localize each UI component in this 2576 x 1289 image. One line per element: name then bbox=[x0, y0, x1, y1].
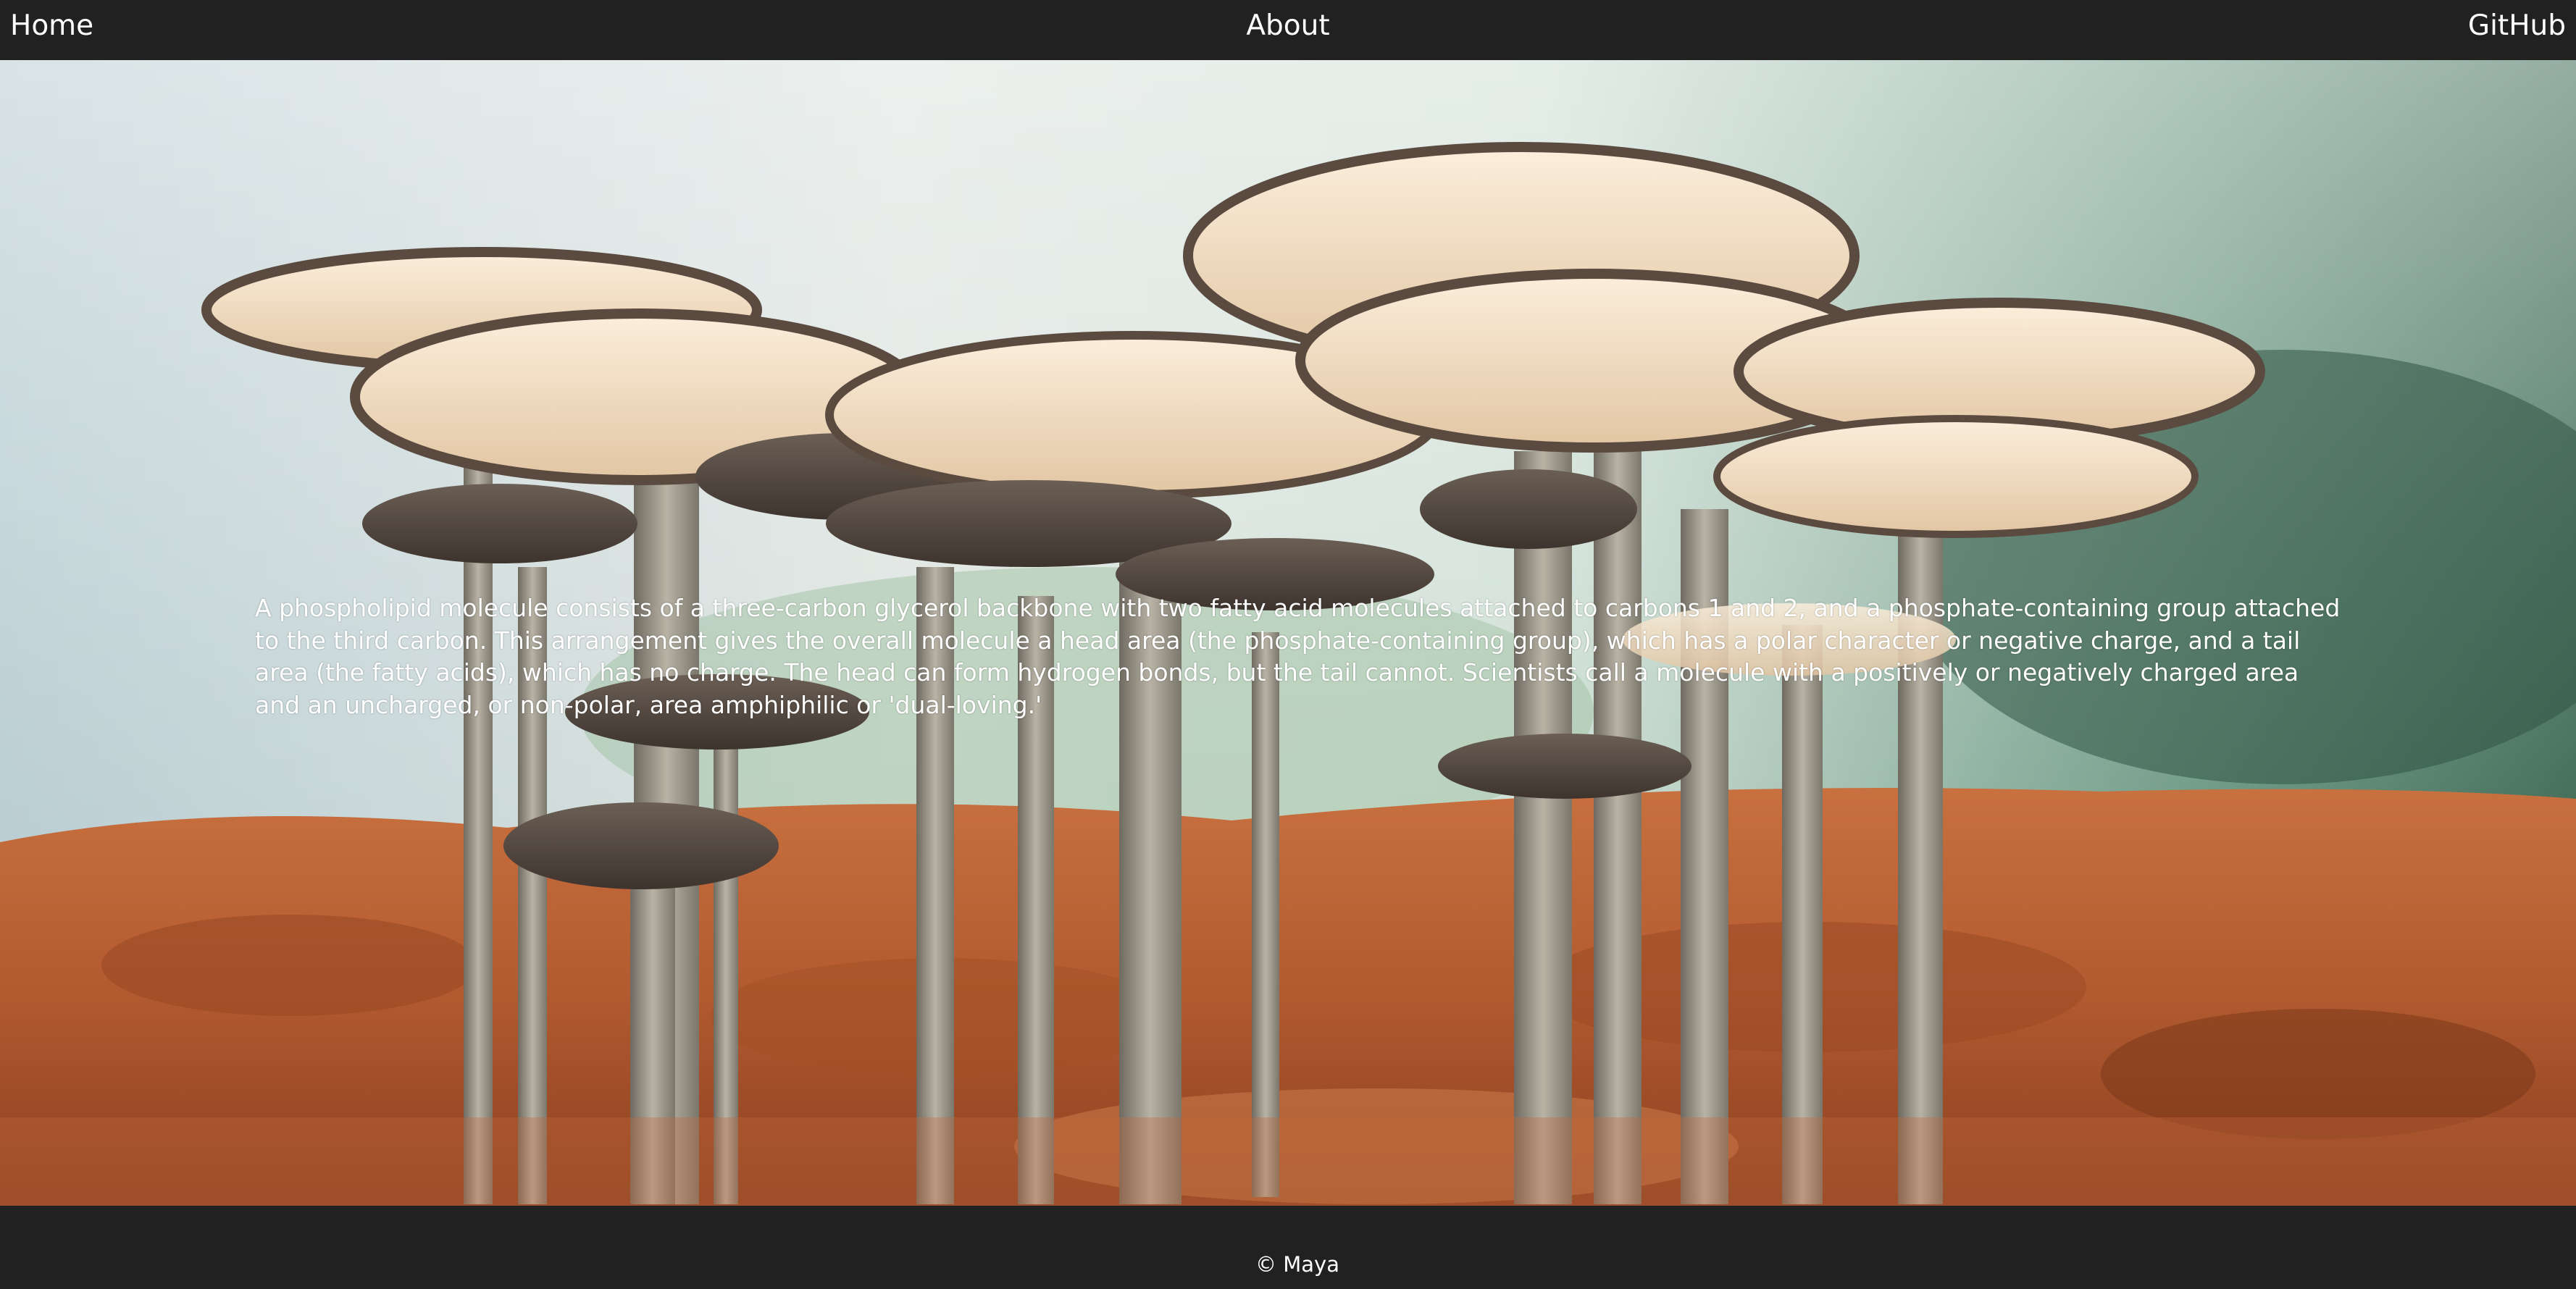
nav-about-wrapper: About bbox=[0, 7, 2576, 45]
nav-home-link[interactable]: Home bbox=[10, 7, 93, 45]
nav-about-link[interactable]: About bbox=[1246, 9, 1329, 42]
nav-github-link[interactable]: GitHub bbox=[2468, 7, 2566, 45]
hero-section: A phospholipid molecule consists of a th… bbox=[0, 60, 2576, 1206]
copyright-text: © Maya bbox=[1255, 1252, 1339, 1277]
page-footer: © Maya bbox=[0, 1206, 2576, 1289]
hero-paragraph: A phospholipid molecule consists of a th… bbox=[255, 594, 2341, 719]
top-nav-bar: Home About GitHub bbox=[0, 0, 2576, 60]
